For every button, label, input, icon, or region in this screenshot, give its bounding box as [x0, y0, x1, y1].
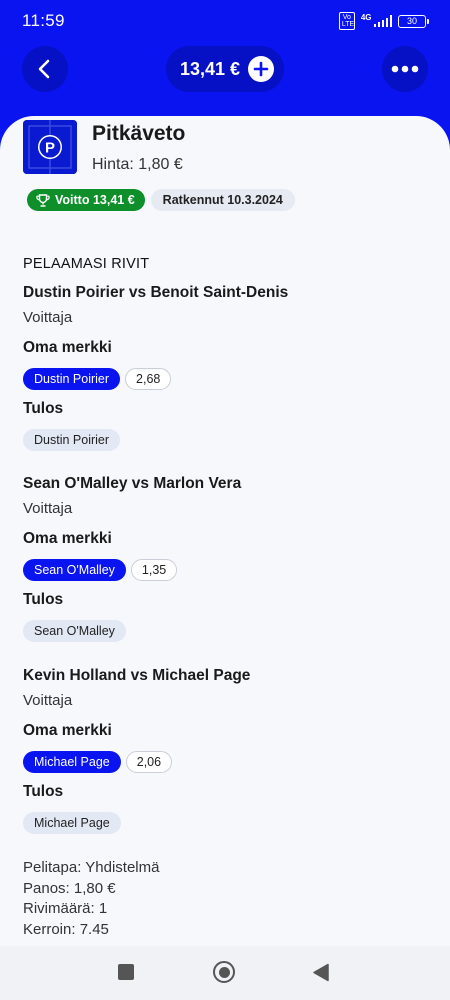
more-button[interactable]	[382, 46, 428, 92]
result-chip: Michael Page	[23, 812, 121, 834]
odds-chip: 2,68	[125, 368, 172, 390]
chevron-left-icon	[38, 59, 50, 79]
pitkaveto-logo-icon: P	[23, 120, 77, 174]
battery-icon: 30	[398, 14, 429, 28]
back-button[interactable]	[22, 46, 68, 92]
stake: Panos: 1,80 €	[23, 879, 116, 897]
bet-price: Hinta: 1,80 €	[92, 156, 183, 173]
balance-amount: 13,41 €	[180, 58, 241, 79]
bet-summary: Pelitapa: Yhdistelmä Panos: 1,80 € Rivim…	[23, 858, 159, 940]
game-type: Pelitapa: Yhdistelmä	[23, 859, 160, 876]
odds-chip: 1,35	[130, 559, 178, 581]
back-triangle-icon[interactable]	[312, 963, 330, 982]
result-label: Tulos	[23, 783, 64, 800]
total-odds: Kerroin: 7.45	[23, 920, 109, 938]
market-type: Voittaja	[23, 692, 73, 709]
home-icon[interactable]	[213, 961, 235, 983]
result-chip: Dustin Poirier	[23, 429, 121, 451]
selection-chip: Sean O'Malley	[23, 559, 126, 581]
network-type: 4G	[360, 12, 372, 22]
selection-chip: Michael Page	[23, 751, 121, 773]
selection-chip: Dustin Poirier	[23, 368, 121, 390]
plus-circle-icon	[248, 56, 274, 82]
selection-label: Oma merkki	[23, 339, 112, 356]
more-dots-icon	[391, 65, 419, 73]
selection-label: Oma merkki	[23, 722, 112, 739]
played-rows-heading: PELAAMASI RIVIT	[23, 256, 150, 272]
balance-button[interactable]: 13,41 €	[166, 46, 284, 92]
selection-chips: Michael Page 2,06	[23, 751, 173, 773]
win-badge: Voitto 13,41 €	[27, 189, 145, 211]
system-nav-bar	[0, 946, 450, 1000]
bet-detail-sheet: P Pitkäveto Hinta: 1,80 € Voitto 13,41 €…	[0, 116, 450, 946]
logo-letter: P	[45, 140, 55, 157]
status-bar: 11:59 Vo LTE 4G 30	[0, 0, 450, 42]
status-badges: Voitto 13,41 € Ratkennut 10.3.2024	[27, 189, 295, 211]
trophy-icon	[36, 193, 50, 207]
volte-indicator: Vo LTE	[338, 12, 355, 30]
signal-icon	[373, 15, 392, 27]
market-type: Voittaja	[23, 500, 73, 517]
row-count: Rivimäärä: 1	[23, 900, 108, 917]
match-name: Dustin Poirier vs Benoit Saint-Denis	[23, 284, 289, 301]
selection-label: Oma merkki	[23, 530, 112, 547]
selection-chips: Dustin Poirier 2,68	[23, 368, 172, 390]
market-type: Voittaja	[23, 309, 73, 326]
match-name: Kevin Holland vs Michael Page	[23, 667, 251, 684]
selection-chips: Sean O'Malley 1,35	[23, 559, 178, 581]
odds-chip: 2,06	[125, 751, 173, 773]
result-chip: Sean O'Malley	[23, 620, 126, 642]
match-name: Sean O'Malley vs Marlon Vera	[23, 475, 242, 492]
status-time: 11:59	[22, 11, 65, 30]
win-badge-label: Voitto 13,41 €	[55, 193, 135, 207]
bet-title: Pitkäveto	[92, 122, 186, 145]
result-label: Tulos	[23, 591, 64, 608]
status-icons: Vo LTE 4G 30	[338, 12, 429, 30]
result-label: Tulos	[23, 400, 64, 417]
app-header: 13,41 €	[0, 44, 450, 94]
settled-badge: Ratkennut 10.3.2024	[150, 189, 295, 211]
recents-icon[interactable]	[118, 964, 134, 980]
